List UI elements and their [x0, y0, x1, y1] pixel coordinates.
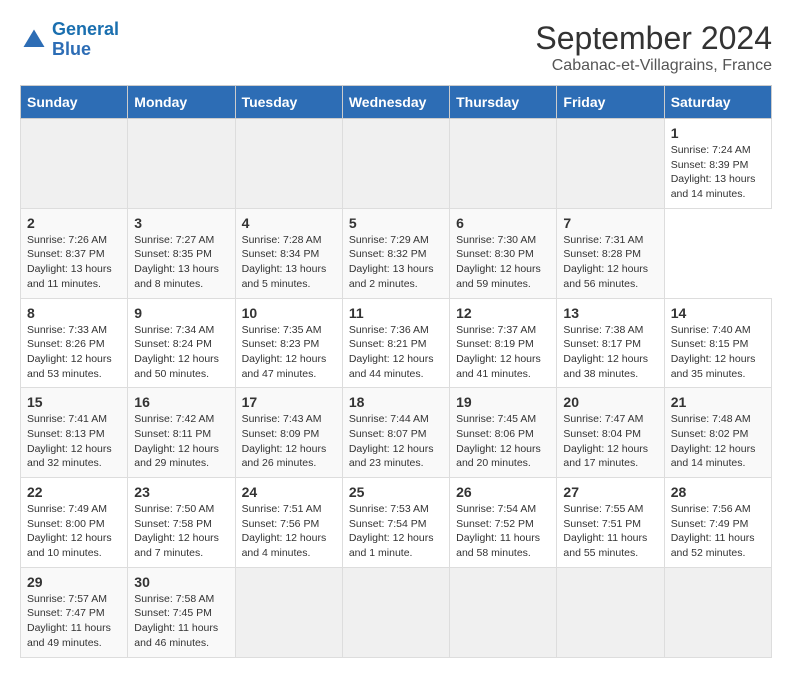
calendar-day-cell: 1Sunrise: 7:24 AMSunset: 8:39 PMDaylight… — [664, 119, 771, 209]
calendar-day-cell: 10Sunrise: 7:35 AMSunset: 8:23 PMDayligh… — [235, 298, 342, 388]
logo-icon — [20, 26, 48, 54]
calendar-day-cell: 19Sunrise: 7:45 AMSunset: 8:06 PMDayligh… — [450, 388, 557, 478]
calendar-day-cell: 22Sunrise: 7:49 AMSunset: 8:00 PMDayligh… — [21, 478, 128, 568]
logo-blue: Blue — [52, 39, 91, 59]
calendar-day-cell: 14Sunrise: 7:40 AMSunset: 8:15 PMDayligh… — [664, 298, 771, 388]
calendar-header-sunday: Sunday — [21, 86, 128, 119]
page-subtitle: Cabanac-et-Villagrains, France — [535, 57, 772, 75]
calendar-empty-cell — [450, 567, 557, 657]
calendar-day-cell: 5Sunrise: 7:29 AMSunset: 8:32 PMDaylight… — [342, 208, 449, 298]
calendar-day-cell: 16Sunrise: 7:42 AMSunset: 8:11 PMDayligh… — [128, 388, 235, 478]
calendar-header-friday: Friday — [557, 86, 664, 119]
calendar-empty-cell — [557, 119, 664, 209]
page-header: General Blue September 2024 Cabanac-et-V… — [20, 20, 772, 75]
logo-general: General — [52, 19, 119, 39]
calendar-day-cell: 30Sunrise: 7:58 AMSunset: 7:45 PMDayligh… — [128, 567, 235, 657]
calendar-week-row: 2Sunrise: 7:26 AMSunset: 8:37 PMDaylight… — [21, 208, 772, 298]
calendar-header-monday: Monday — [128, 86, 235, 119]
calendar-empty-cell — [235, 119, 342, 209]
calendar-day-cell: 29Sunrise: 7:57 AMSunset: 7:47 PMDayligh… — [21, 567, 128, 657]
calendar-week-row: 8Sunrise: 7:33 AMSunset: 8:26 PMDaylight… — [21, 298, 772, 388]
calendar-day-cell: 27Sunrise: 7:55 AMSunset: 7:51 PMDayligh… — [557, 478, 664, 568]
calendar-day-cell: 23Sunrise: 7:50 AMSunset: 7:58 PMDayligh… — [128, 478, 235, 568]
calendar-week-row: 29Sunrise: 7:57 AMSunset: 7:47 PMDayligh… — [21, 567, 772, 657]
calendar-header-saturday: Saturday — [664, 86, 771, 119]
calendar-day-cell: 26Sunrise: 7:54 AMSunset: 7:52 PMDayligh… — [450, 478, 557, 568]
calendar-day-cell: 6Sunrise: 7:30 AMSunset: 8:30 PMDaylight… — [450, 208, 557, 298]
calendar-day-cell: 9Sunrise: 7:34 AMSunset: 8:24 PMDaylight… — [128, 298, 235, 388]
calendar-day-cell: 2Sunrise: 7:26 AMSunset: 8:37 PMDaylight… — [21, 208, 128, 298]
title-block: September 2024 Cabanac-et-Villagrains, F… — [535, 20, 772, 75]
calendar-day-cell: 12Sunrise: 7:37 AMSunset: 8:19 PMDayligh… — [450, 298, 557, 388]
calendar-header-wednesday: Wednesday — [342, 86, 449, 119]
calendar-day-cell: 11Sunrise: 7:36 AMSunset: 8:21 PMDayligh… — [342, 298, 449, 388]
calendar-empty-cell — [128, 119, 235, 209]
calendar-day-cell: 8Sunrise: 7:33 AMSunset: 8:26 PMDaylight… — [21, 298, 128, 388]
calendar-header-tuesday: Tuesday — [235, 86, 342, 119]
calendar-empty-cell — [342, 119, 449, 209]
calendar-day-cell: 21Sunrise: 7:48 AMSunset: 8:02 PMDayligh… — [664, 388, 771, 478]
logo-text: General Blue — [52, 20, 119, 60]
calendar-empty-cell — [557, 567, 664, 657]
calendar-day-cell: 3Sunrise: 7:27 AMSunset: 8:35 PMDaylight… — [128, 208, 235, 298]
calendar-week-row: 1Sunrise: 7:24 AMSunset: 8:39 PMDaylight… — [21, 119, 772, 209]
calendar-empty-cell — [664, 567, 771, 657]
calendar-day-cell: 7Sunrise: 7:31 AMSunset: 8:28 PMDaylight… — [557, 208, 664, 298]
calendar-day-cell: 15Sunrise: 7:41 AMSunset: 8:13 PMDayligh… — [21, 388, 128, 478]
calendar-day-cell: 17Sunrise: 7:43 AMSunset: 8:09 PMDayligh… — [235, 388, 342, 478]
calendar-table: SundayMondayTuesdayWednesdayThursdayFrid… — [20, 85, 772, 658]
calendar-day-cell: 25Sunrise: 7:53 AMSunset: 7:54 PMDayligh… — [342, 478, 449, 568]
page-title: September 2024 — [535, 20, 772, 57]
calendar-empty-cell — [21, 119, 128, 209]
calendar-day-cell: 28Sunrise: 7:56 AMSunset: 7:49 PMDayligh… — [664, 478, 771, 568]
calendar-empty-cell — [235, 567, 342, 657]
calendar-empty-cell — [342, 567, 449, 657]
logo: General Blue — [20, 20, 119, 60]
calendar-header-row: SundayMondayTuesdayWednesdayThursdayFrid… — [21, 86, 772, 119]
calendar-week-row: 22Sunrise: 7:49 AMSunset: 8:00 PMDayligh… — [21, 478, 772, 568]
calendar-week-row: 15Sunrise: 7:41 AMSunset: 8:13 PMDayligh… — [21, 388, 772, 478]
calendar-empty-cell — [450, 119, 557, 209]
calendar-day-cell: 18Sunrise: 7:44 AMSunset: 8:07 PMDayligh… — [342, 388, 449, 478]
calendar-day-cell: 20Sunrise: 7:47 AMSunset: 8:04 PMDayligh… — [557, 388, 664, 478]
calendar-header-thursday: Thursday — [450, 86, 557, 119]
calendar-day-cell: 24Sunrise: 7:51 AMSunset: 7:56 PMDayligh… — [235, 478, 342, 568]
calendar-day-cell: 4Sunrise: 7:28 AMSunset: 8:34 PMDaylight… — [235, 208, 342, 298]
calendar-day-cell: 13Sunrise: 7:38 AMSunset: 8:17 PMDayligh… — [557, 298, 664, 388]
